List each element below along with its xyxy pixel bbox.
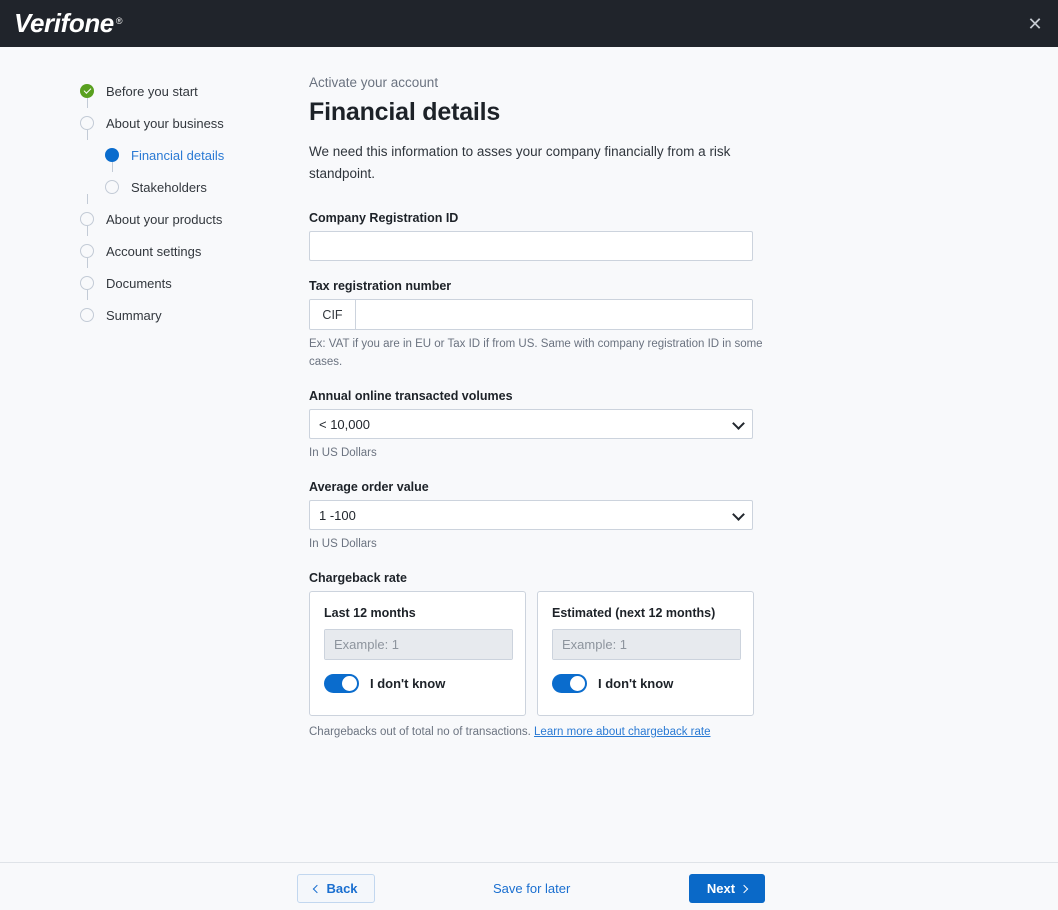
- dont-know-toggle-label: I don't know: [598, 676, 674, 691]
- chargeback-footnote: Chargebacks out of total no of transacti…: [309, 726, 769, 738]
- save-for-later-link[interactable]: Save for later: [493, 881, 570, 896]
- step-circle-icon: [80, 212, 94, 226]
- annual-volumes-label: Annual online transacted volumes: [309, 389, 513, 403]
- chargeback-footnote-text: Chargebacks out of total no of transacti…: [309, 726, 535, 738]
- chargeback-learn-more-link[interactable]: Learn more about chargeback rate: [534, 726, 710, 738]
- chargeback-toggle-row: I don't know: [552, 674, 739, 693]
- chargeback-toggle-row: I don't know: [324, 674, 511, 693]
- page-body: Before you start About your business Finan…: [0, 47, 1058, 862]
- sidebar-step-label: Before you start: [106, 83, 198, 99]
- average-order-group: Average order value 1 -100 In US Dollars: [309, 480, 769, 553]
- annual-volumes-help: In US Dollars: [309, 447, 377, 459]
- next-button-label: Next: [706, 881, 736, 896]
- page-intro: We need this information to asses your c…: [309, 144, 731, 181]
- chevron-right-icon: [739, 884, 749, 893]
- sidebar-step-documents[interactable]: Documents: [0, 267, 300, 299]
- toggle-knob: [570, 676, 585, 691]
- chargeback-group: Chargeback rate Last 12 months% I don't k…: [309, 571, 769, 738]
- current-step-dot-icon: [105, 148, 119, 162]
- page-title: Financial details: [309, 98, 501, 126]
- close-icon[interactable]: ✕: [1022, 11, 1048, 37]
- back-button-label: Back: [326, 881, 358, 896]
- company-registration-label: Company Registration ID: [309, 211, 459, 225]
- chargeback-cards: Last 12 months%I don't knowEstimated (ne…: [309, 591, 769, 716]
- sidebar-step-account-settings[interactable]: Account settings: [0, 235, 300, 267]
- average-order-label: Average order value: [309, 480, 429, 494]
- dont-know-toggle[interactable]: [552, 674, 587, 693]
- chargeback-card-title: Estimated (next 12 months): [552, 606, 716, 620]
- tax-registration-label: Tax registration number: [309, 279, 452, 293]
- sidebar-step-label: Documents: [106, 275, 172, 291]
- sidebar-step-label: Stakeholders: [131, 179, 207, 195]
- dont-know-toggle-label: I don't know: [370, 676, 446, 691]
- app-header: Verifone ® ✕: [0, 0, 1058, 47]
- step-circle-icon: [105, 180, 119, 194]
- activation-wizard-page: Verifone ® ✕ Before you start About your b…: [0, 0, 1058, 910]
- verifone-logo: Verifone ®: [14, 8, 123, 39]
- logo-registered-mark: ®: [115, 16, 123, 26]
- tax-prefix-label: CIF: [310, 300, 356, 329]
- sidebar-step-financial-details[interactable]: Financial details: [0, 139, 300, 171]
- sidebar-step-label: Summary: [106, 307, 162, 323]
- chargeback-label: Chargeback rate: [309, 571, 407, 585]
- step-circle-icon: [80, 276, 94, 290]
- chargeback-percent-input[interactable]: [325, 630, 512, 659]
- wizard-stepper: Before you start About your business Finan…: [0, 47, 300, 331]
- dont-know-toggle[interactable]: [324, 674, 359, 693]
- logo-text: Verifone: [14, 8, 114, 38]
- sidebar-step-stakeholders[interactable]: Stakeholders: [0, 171, 300, 203]
- annual-volumes-select[interactable]: < 10,000: [309, 409, 753, 439]
- tax-registration-input[interactable]: [356, 300, 752, 329]
- breadcrumb: Activate your account: [309, 75, 439, 90]
- sidebar-step-label: About your products: [106, 211, 223, 227]
- sidebar-step-label: Financial details: [131, 147, 225, 163]
- check-circle-icon: [80, 84, 94, 98]
- back-button[interactable]: Back: [297, 874, 375, 903]
- chargeback-percent-field: %: [552, 629, 741, 660]
- main-content: Activate your account Financial details …: [309, 75, 769, 756]
- chargeback-card-title: Last 12 months: [324, 606, 416, 620]
- sidebar-step-summary[interactable]: Summary: [0, 299, 300, 331]
- chargeback-percent-input[interactable]: [553, 630, 740, 659]
- average-order-help: In US Dollars: [309, 538, 377, 550]
- chargeback-percent-field: %: [324, 629, 513, 660]
- wizard-footer: Back Save for later Next: [0, 863, 1058, 910]
- toggle-knob: [342, 676, 357, 691]
- annual-volumes-group: Annual online transacted volumes < 10,00…: [309, 389, 769, 462]
- chargeback-card: Estimated (next 12 months)% I don't know: [537, 591, 754, 716]
- chargeback-card: Last 12 months% I don't know: [309, 591, 526, 716]
- company-registration-input[interactable]: [309, 231, 753, 261]
- chevron-left-icon: [313, 884, 322, 893]
- step-circle-icon: [80, 244, 94, 258]
- company-registration-group: Company Registration ID: [309, 211, 769, 261]
- next-button[interactable]: Next: [689, 874, 765, 903]
- sidebar-step-about-your-products[interactable]: About your products: [0, 203, 300, 235]
- step-circle-icon: [80, 116, 94, 130]
- average-order-select[interactable]: 1 -100: [309, 500, 753, 530]
- tax-registration-group: Tax registration number CIF Ex: VAT if y…: [309, 279, 769, 371]
- sidebar-step-label: Account settings: [106, 243, 202, 259]
- tax-registration-help: Ex: VAT if you are in EU or Tax ID if fr…: [309, 338, 763, 368]
- step-circle-icon: [80, 308, 94, 322]
- sidebar-step-label: About your business: [106, 115, 224, 131]
- average-order-select-wrap: 1 -100: [309, 500, 753, 530]
- sidebar-step-before-you-start[interactable]: Before you start: [0, 75, 300, 107]
- sidebar-step-about-your-business[interactable]: About your business: [0, 107, 300, 139]
- tax-registration-field: CIF: [309, 299, 753, 330]
- annual-volumes-select-wrap: < 10,000: [309, 409, 753, 439]
